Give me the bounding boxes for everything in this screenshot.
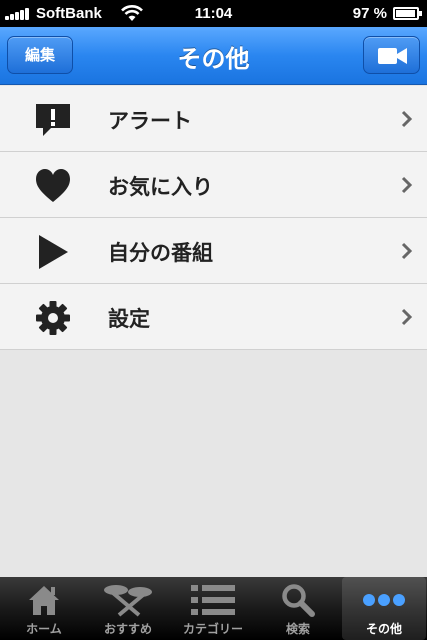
- tab-category[interactable]: カテゴリー: [171, 577, 255, 640]
- tab-recommend[interactable]: おすすめ: [86, 577, 170, 640]
- navigation-bar: 編集 その他: [0, 27, 427, 85]
- menu-item-alert[interactable]: アラート: [0, 86, 427, 152]
- tab-bar: ホーム おすすめ カテゴリー 検索 その他: [0, 577, 427, 640]
- tab-more[interactable]: その他: [342, 577, 426, 640]
- chevron-right-icon: [401, 176, 413, 194]
- tab-label: ホーム: [26, 622, 62, 636]
- home-icon: [29, 586, 59, 615]
- status-bar: SoftBank 11:04 97 %: [0, 0, 427, 27]
- tab-home[interactable]: ホーム: [2, 577, 86, 640]
- chevron-right-icon: [401, 110, 413, 128]
- alert-speech-bubble-icon: [36, 104, 70, 136]
- recommend-icon: [104, 585, 152, 617]
- video-camera-button[interactable]: [363, 36, 420, 74]
- tab-label: カテゴリー: [182, 622, 243, 636]
- tab-label: その他: [365, 622, 402, 636]
- menu-item-label: 設定: [108, 307, 150, 331]
- gear-icon: [36, 301, 70, 335]
- menu-item-label: アラート: [108, 109, 192, 133]
- tab-label: 検索: [285, 622, 310, 636]
- more-icon: [363, 594, 405, 606]
- menu-item-settings[interactable]: 設定: [0, 284, 427, 350]
- menu-item-label: お気に入り: [108, 175, 213, 199]
- menu-item-favorites[interactable]: お気に入り: [0, 152, 427, 218]
- chevron-right-icon: [401, 308, 413, 326]
- battery-percentage: 97 %: [352, 5, 387, 22]
- play-icon: [39, 235, 68, 269]
- list-icon: [191, 585, 235, 615]
- heart-icon: [36, 169, 70, 202]
- search-icon: [282, 584, 315, 617]
- video-camera-icon: [378, 48, 407, 64]
- menu-item-my-programs[interactable]: 自分の番組: [0, 218, 427, 284]
- battery-icon: [393, 7, 422, 20]
- tab-label: おすすめ: [103, 622, 152, 636]
- chevron-right-icon: [401, 242, 413, 260]
- menu-list: アラート お気に入り 自分の番組 設定: [0, 86, 427, 350]
- tab-search[interactable]: 検索: [256, 577, 340, 640]
- menu-item-label: 自分の番組: [108, 241, 213, 265]
